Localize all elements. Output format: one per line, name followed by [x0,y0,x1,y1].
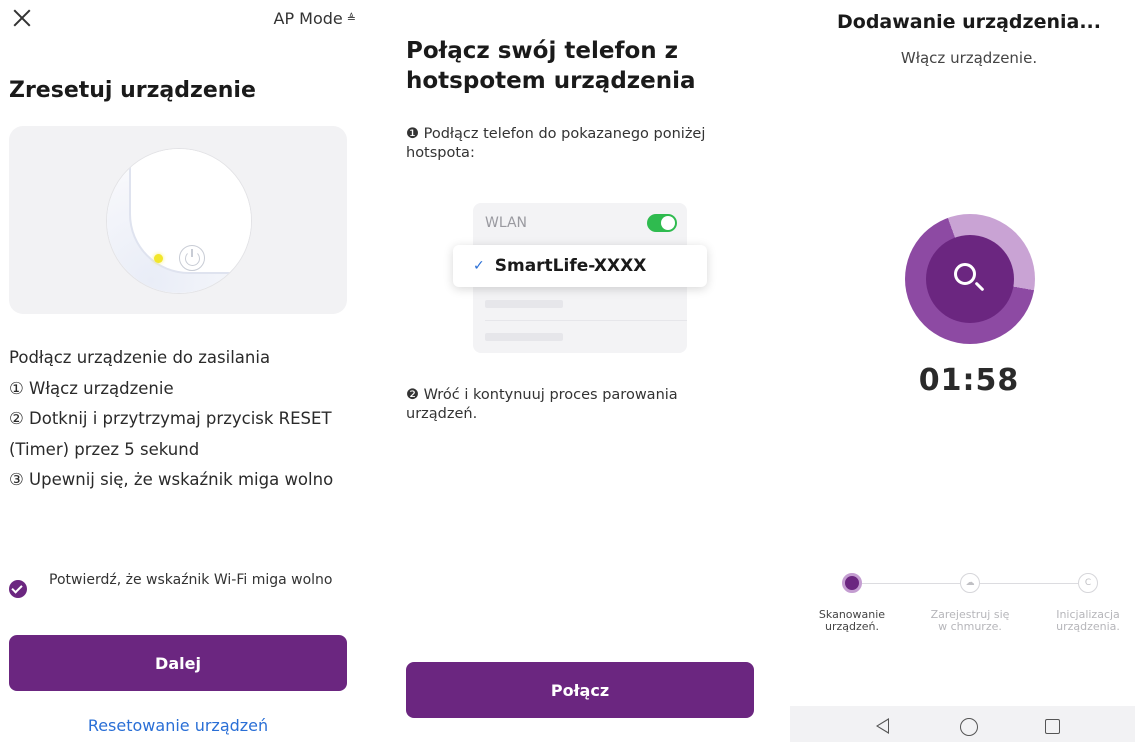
wlan-toggle-icon [647,214,677,232]
wlan-label: WLAN [485,215,528,231]
instruction-line: ① Włącz urządzenie [9,378,174,398]
instruction-line: Podłącz urządzenie do zasilania [9,348,271,367]
confirm-blinking-checkbox[interactable]: Potwierdź, że wskaźnik Wi-Fi miga wolno [9,572,349,598]
system-navigation-bar [790,706,1135,742]
init-icon: C [1078,573,1098,593]
adding-device-screen: Dodawanie urządzenia... Włącz urządzenie… [790,0,1135,742]
step-scanning-indicator [842,573,862,593]
instruction-line: ② Dotknij i przytrzymaj przycisk RESET [9,409,332,428]
ap-mode-selector[interactable]: AP Mode ≜ [274,9,357,28]
step-label-register: Zarejestruj się w chmurze. [930,608,1010,633]
device-outline [106,148,252,294]
stepper-connector [862,583,960,584]
connect-button[interactable]: Połącz [406,662,754,718]
ap-mode-label: AP Mode [273,9,343,28]
scanning-indicator [926,235,1014,323]
step-label-initialize: Inicjalizacja urządzenia. [1056,608,1120,633]
page-title: Dodawanie urządzenia... [837,11,1101,33]
indicator-led-icon [154,254,163,263]
divider [485,320,687,321]
home-icon[interactable] [960,718,978,736]
recent-apps-icon[interactable] [1045,719,1060,734]
hotspot-network-item: ✓ SmartLife-XXXX [453,245,707,287]
step-two-text: ❷ Wróć i kontynuuj proces parowania urzą… [406,387,678,422]
check-icon: ✓ [473,258,485,274]
close-icon[interactable] [10,6,34,30]
checkbox-checked-icon[interactable] [9,580,27,598]
page-title: Połącz swój telefon z hotspotem urządzen… [406,38,696,94]
step-label-scanning: Skanowanie urządzeń. [818,608,886,633]
back-icon[interactable] [876,718,889,734]
reset-instructions: Podłącz urządzenie do zasilania ① Włącz … [9,343,354,496]
page-subtitle: Włącz urządzenie. [900,49,1038,67]
scanning-progress-ring [905,214,1035,344]
next-button[interactable]: Dalej [9,635,347,691]
hotspot-ssid: SmartLife-XXXX [494,256,647,276]
instruction-line: (Timer) przez 5 sekund [9,439,200,459]
reset-device-screen: AP Mode ≜ Zresetuj urządzenie Podłącz ur… [0,0,360,742]
placeholder-network-bar [485,300,563,308]
step-one-text: ❶ Podłącz telefon do pokazanego poniżej … [406,126,706,161]
power-button-icon [179,245,205,271]
stepper-connector [980,583,1078,584]
instruction-line: ③ Upewnij się, że wskaźnik miga wolno [9,470,334,489]
page-title: Zresetuj urządzenie [9,78,256,103]
countdown-timer: 01:58 [918,363,1020,398]
connect-hotspot-screen: Połącz swój telefon z hotspotem urządzen… [395,0,765,742]
reset-devices-link[interactable]: Resetowanie urządzeń [9,716,347,735]
device-illustration [9,126,347,314]
cloud-icon: ☁ [960,573,980,593]
confirm-label: Potwierdź, że wskaźnik Wi-Fi miga wolno [49,572,333,588]
caret-icon: ≜ [346,12,356,25]
placeholder-network-bar [485,333,563,341]
search-icon [954,263,976,285]
